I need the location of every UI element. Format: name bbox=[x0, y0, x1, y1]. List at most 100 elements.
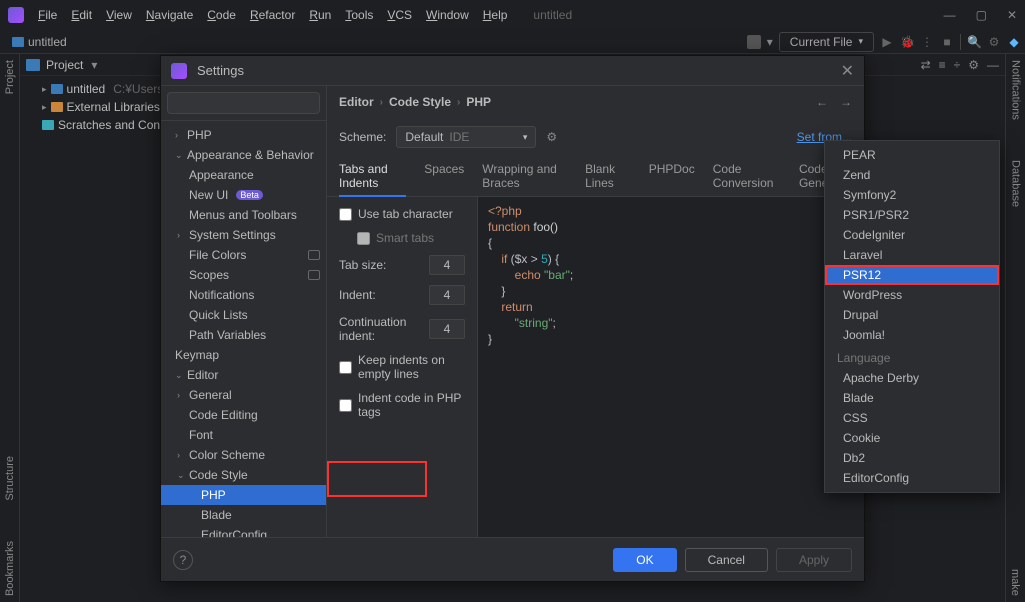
tab-phpdoc[interactable]: PHPDoc bbox=[649, 156, 695, 196]
tree-menus-toolbars[interactable]: Menus and Toolbars bbox=[161, 205, 326, 225]
tree-code-style-php[interactable]: PHP bbox=[161, 485, 326, 505]
chevron-down-icon[interactable]: ▾ bbox=[91, 58, 97, 72]
tree-code-style[interactable]: ⌄Code Style bbox=[161, 465, 326, 485]
tree-path-variables[interactable]: Path Variables bbox=[161, 325, 326, 345]
popup-wordpress[interactable]: WordPress bbox=[825, 285, 999, 305]
menu-refactor[interactable]: Refactor bbox=[244, 4, 301, 26]
scheme-dropdown[interactable]: Default IDE bbox=[396, 126, 536, 148]
tab-wrapping[interactable]: Wrapping and Braces bbox=[482, 156, 567, 196]
help-button[interactable]: ? bbox=[173, 550, 193, 570]
use-tab-char-checkbox[interactable] bbox=[339, 208, 352, 221]
popup-lang-css[interactable]: CSS bbox=[825, 408, 999, 428]
folder-icon bbox=[26, 59, 40, 71]
more-run-icon[interactable]: ⋮ bbox=[920, 35, 934, 49]
project-tab[interactable]: untitled bbox=[4, 33, 75, 51]
tree-quick-lists[interactable]: Quick Lists bbox=[161, 305, 326, 325]
tree-new-ui[interactable]: New UIBeta bbox=[161, 185, 326, 205]
popup-joomla[interactable]: Joomla! bbox=[825, 325, 999, 345]
gutter-bookmarks[interactable]: Bookmarks bbox=[4, 541, 16, 596]
run-icon[interactable]: ▶ bbox=[880, 35, 894, 49]
tree-scopes[interactable]: Scopes bbox=[161, 265, 326, 285]
tree-code-editing[interactable]: Code Editing bbox=[161, 405, 326, 425]
tree-appearance[interactable]: Appearance bbox=[161, 165, 326, 185]
tree-file-colors[interactable]: File Colors bbox=[161, 245, 326, 265]
ide-features-icon[interactable]: ◆ bbox=[1007, 35, 1021, 49]
expand-all-icon[interactable]: ≡ bbox=[939, 58, 946, 72]
tree-system-settings[interactable]: ›System Settings bbox=[161, 225, 326, 245]
menu-window[interactable]: Window bbox=[420, 4, 475, 26]
user-icon[interactable] bbox=[747, 35, 761, 49]
tree-code-style-editorconfig[interactable]: EditorConfig bbox=[161, 525, 326, 537]
select-opened-file-icon[interactable]: ⇄ bbox=[921, 58, 931, 72]
hide-panel-icon[interactable]: — bbox=[987, 58, 999, 72]
search-icon[interactable]: 🔍 bbox=[967, 35, 981, 49]
run-config-dropdown[interactable]: Current File bbox=[779, 32, 874, 52]
nav-back-icon[interactable]: ← bbox=[816, 95, 828, 109]
popup-lang-blade[interactable]: Blade bbox=[825, 388, 999, 408]
menu-view[interactable]: View bbox=[100, 4, 138, 26]
keep-indents-checkbox[interactable] bbox=[339, 361, 352, 374]
indent-input[interactable] bbox=[429, 285, 465, 305]
popup-laravel[interactable]: Laravel bbox=[825, 245, 999, 265]
tree-php[interactable]: ›PHP bbox=[161, 125, 326, 145]
tab-size-input[interactable] bbox=[429, 255, 465, 275]
menu-file[interactable]: File bbox=[32, 4, 63, 26]
tree-code-style-blade[interactable]: Blade bbox=[161, 505, 326, 525]
debug-icon[interactable]: 🐞 bbox=[900, 35, 914, 49]
settings-icon[interactable]: ⚙ bbox=[987, 35, 1001, 49]
menu-vcs[interactable]: VCS bbox=[381, 4, 418, 26]
gutter-notifications[interactable]: Notifications bbox=[1010, 60, 1022, 120]
tab-blank-lines[interactable]: Blank Lines bbox=[585, 156, 631, 196]
gutter-project[interactable]: Project bbox=[4, 60, 16, 94]
gutter-structure[interactable]: Structure bbox=[4, 456, 16, 501]
popup-drupal[interactable]: Drupal bbox=[825, 305, 999, 325]
tree-appearance-behavior[interactable]: ⌄Appearance & Behavior bbox=[161, 145, 326, 165]
tree-font[interactable]: Font bbox=[161, 425, 326, 445]
panel-settings-icon[interactable]: ⚙ bbox=[968, 58, 979, 72]
crumb-editor[interactable]: Editor bbox=[339, 95, 374, 109]
popup-pear[interactable]: PEAR bbox=[825, 145, 999, 165]
ok-button[interactable]: OK bbox=[613, 548, 676, 572]
gutter-database[interactable]: Database bbox=[1010, 160, 1022, 207]
popup-codeigniter[interactable]: CodeIgniter bbox=[825, 225, 999, 245]
popup-psr12[interactable]: PSR12 bbox=[825, 265, 999, 285]
menu-tools[interactable]: Tools bbox=[339, 4, 379, 26]
tree-keymap[interactable]: Keymap bbox=[161, 345, 326, 365]
nav-forward-icon[interactable]: → bbox=[840, 95, 852, 109]
gutter-make[interactable]: make bbox=[1009, 569, 1021, 596]
popup-zend[interactable]: Zend bbox=[825, 165, 999, 185]
tree-general[interactable]: ›General bbox=[161, 385, 326, 405]
close-button[interactable]: ✕ bbox=[1007, 8, 1017, 22]
dialog-header: Settings ✕ bbox=[161, 56, 864, 86]
tab-code-conversion[interactable]: Code Conversion bbox=[713, 156, 781, 196]
maximize-button[interactable]: ▢ bbox=[976, 8, 987, 22]
dialog-close-button[interactable]: ✕ bbox=[841, 61, 854, 81]
scheme-gear-icon[interactable]: ⚙ bbox=[546, 130, 557, 144]
popup-lang-apache-derby[interactable]: Apache Derby bbox=[825, 368, 999, 388]
tree-color-scheme[interactable]: ›Color Scheme bbox=[161, 445, 326, 465]
menu-edit[interactable]: Edit bbox=[65, 4, 98, 26]
crumb-code-style[interactable]: Code Style bbox=[389, 95, 451, 109]
tab-tabs-indents[interactable]: Tabs and Indents bbox=[339, 156, 406, 196]
popup-lang-cookie[interactable]: Cookie bbox=[825, 428, 999, 448]
tree-notifications[interactable]: Notifications bbox=[161, 285, 326, 305]
popup-lang-db2[interactable]: Db2 bbox=[825, 448, 999, 468]
indent-php-tags-checkbox[interactable] bbox=[339, 399, 352, 412]
popup-symfony2[interactable]: Symfony2 bbox=[825, 185, 999, 205]
apply-button[interactable]: Apply bbox=[776, 548, 852, 572]
menu-run[interactable]: Run bbox=[303, 4, 337, 26]
menu-code[interactable]: Code bbox=[201, 4, 242, 26]
popup-psr1-psr2[interactable]: PSR1/PSR2 bbox=[825, 205, 999, 225]
minimize-button[interactable]: — bbox=[944, 8, 956, 22]
tab-spaces[interactable]: Spaces bbox=[424, 156, 464, 196]
settings-search-input[interactable] bbox=[167, 92, 320, 114]
stop-icon[interactable]: ■ bbox=[940, 35, 954, 49]
menu-help[interactable]: Help bbox=[477, 4, 514, 26]
cancel-button[interactable]: Cancel bbox=[685, 548, 768, 572]
collapse-all-icon[interactable]: ÷ bbox=[954, 58, 961, 72]
tree-editor[interactable]: ⌄Editor bbox=[161, 365, 326, 385]
chevron-down-icon[interactable]: ▾ bbox=[767, 35, 773, 49]
cont-indent-input[interactable] bbox=[429, 319, 465, 339]
menu-navigate[interactable]: Navigate bbox=[140, 4, 199, 26]
popup-lang-editorconfig[interactable]: EditorConfig bbox=[825, 468, 999, 488]
